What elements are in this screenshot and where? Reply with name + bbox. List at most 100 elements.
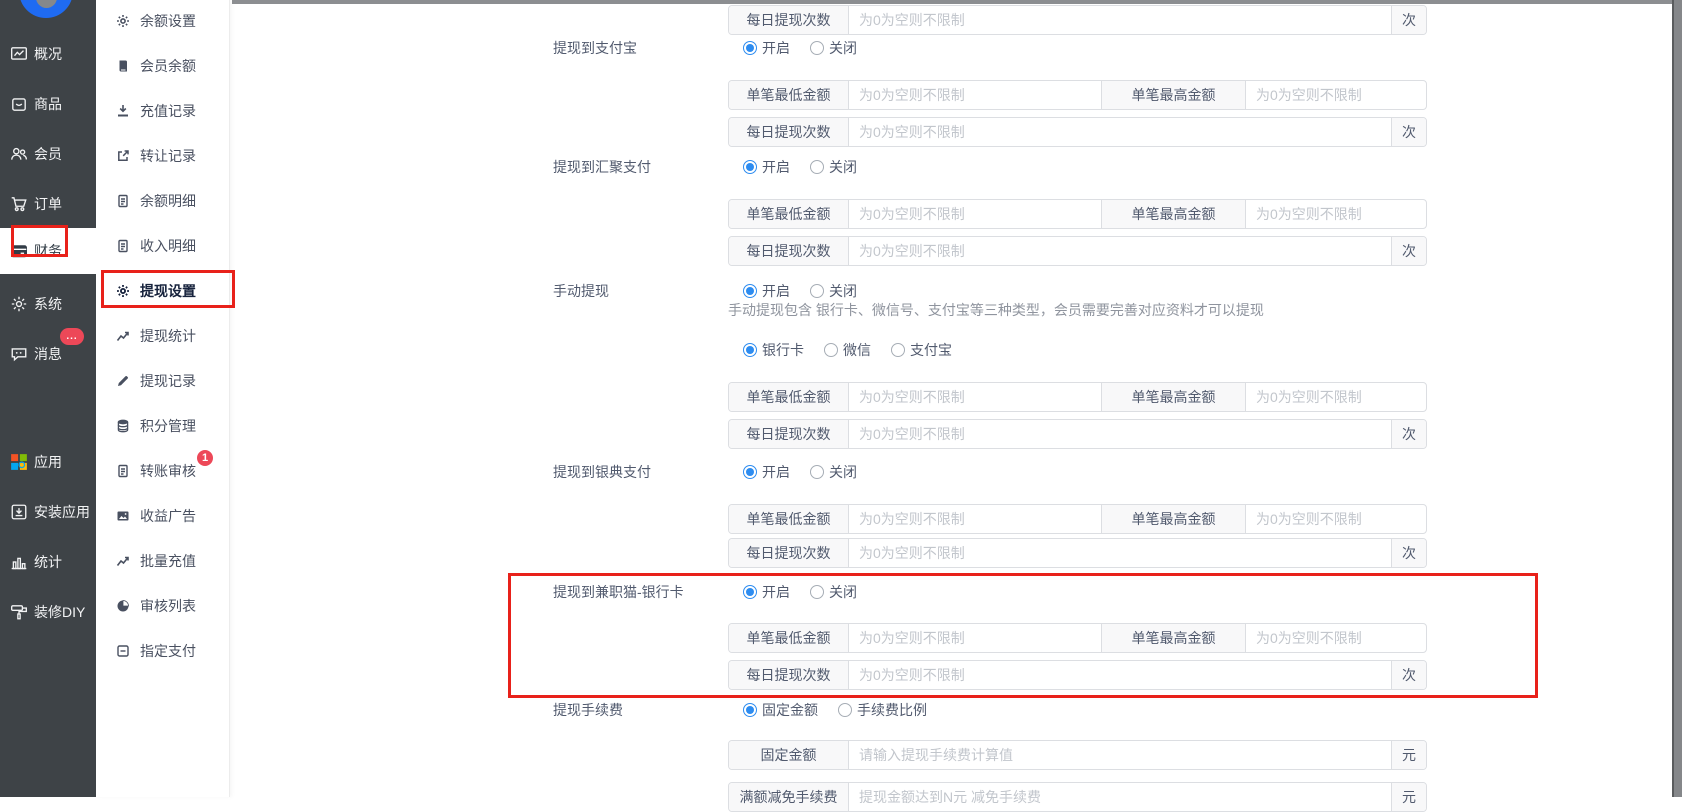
field-label: 单笔最高金额: [1101, 624, 1246, 652]
menu-item-withdraw-settings[interactable]: 提现设置: [96, 270, 230, 312]
image-icon: [115, 509, 130, 524]
daily-count-input[interactable]: [849, 237, 1391, 265]
min-amount-input[interactable]: [849, 81, 1101, 109]
menu-item-points-management[interactable]: 积分管理: [96, 405, 230, 447]
field-label: 每日提现次数: [729, 118, 849, 146]
radio-off-label: 关闭: [829, 464, 857, 480]
radio-fee-ratio[interactable]: [838, 703, 852, 717]
radio-alipay[interactable]: [891, 343, 905, 357]
daily-count-row: 每日提现次数 次: [728, 5, 1427, 35]
nav-item-system[interactable]: 系统: [0, 281, 96, 327]
nav-item-overview[interactable]: 概况: [0, 31, 96, 77]
section-label-fee: 提现手续费: [553, 702, 623, 718]
menu-item-label: 积分管理: [140, 418, 196, 434]
menu-item-batch-recharge[interactable]: 批量充值: [96, 540, 230, 582]
min-amount-input[interactable]: [849, 624, 1101, 652]
menu-item-label: 指定支付: [140, 643, 196, 659]
radio-bank-card[interactable]: [743, 343, 757, 357]
unit-suffix: 次: [1391, 420, 1426, 448]
menu-item-transfer-review[interactable]: 转账审核 1: [96, 450, 230, 492]
chat-icon: [10, 345, 28, 363]
menu-item-balance-settings[interactable]: 余额设置: [96, 0, 230, 42]
daily-count-row: 每日提现次数 次: [728, 538, 1427, 568]
fixed-fee-input[interactable]: [849, 741, 1391, 769]
radio-wechat-label: 微信: [843, 342, 871, 358]
radio-group-manual-type: 银行卡 微信 支付宝: [743, 340, 972, 360]
min-amount-input[interactable]: [849, 505, 1101, 533]
max-amount-input[interactable]: [1246, 505, 1426, 533]
gear-icon: [115, 14, 130, 29]
daily-count-input[interactable]: [849, 420, 1391, 448]
radio-on[interactable]: [743, 284, 757, 298]
gear-icon: [115, 284, 130, 299]
menu-item-withdraw-stats[interactable]: 提现统计: [96, 315, 230, 357]
daily-count-input[interactable]: [849, 661, 1391, 689]
max-amount-input[interactable]: [1246, 200, 1426, 228]
radio-wechat[interactable]: [824, 343, 838, 357]
radio-off[interactable]: [810, 160, 824, 174]
nav-item-label: 装修DIY: [34, 604, 86, 620]
window-scrollbar-strip[interactable]: [1672, 0, 1682, 797]
menu-item-transfer-records[interactable]: 转让记录: [96, 135, 230, 177]
radio-off[interactable]: [810, 284, 824, 298]
field-label: 每日提现次数: [729, 661, 849, 689]
min-amount-input[interactable]: [849, 383, 1101, 411]
max-amount-input[interactable]: [1246, 624, 1426, 652]
unit-suffix: 元: [1391, 741, 1426, 769]
menu-item-label: 提现统计: [140, 328, 196, 344]
min-amount-input[interactable]: [849, 200, 1101, 228]
daily-count-input[interactable]: [849, 6, 1391, 34]
nav-item-label: 财务: [34, 243, 62, 259]
pie-icon: [115, 599, 130, 614]
field-label: 固定金额: [729, 741, 849, 769]
menu-item-income-details[interactable]: 收入明细: [96, 225, 230, 267]
unit-suffix: 次: [1391, 237, 1426, 265]
trend-icon: [115, 554, 130, 569]
fee-waiver-input[interactable]: [849, 783, 1391, 811]
nav-item-finance[interactable]: 财务: [0, 228, 96, 274]
nav-item-members[interactable]: 会员: [0, 131, 96, 177]
menu-item-label: 转让记录: [140, 148, 196, 164]
daily-count-input[interactable]: [849, 539, 1391, 567]
menu-item-label: 批量充值: [140, 553, 196, 569]
radio-off[interactable]: [810, 465, 824, 479]
radio-on[interactable]: [743, 41, 757, 55]
wallet-icon: [10, 242, 28, 260]
nav-item-apps[interactable]: 应用: [0, 439, 96, 485]
nav-item-label: 应用: [34, 454, 62, 470]
menu-item-withdraw-records[interactable]: 提现记录: [96, 360, 230, 402]
paint-roller-icon: [10, 603, 28, 621]
field-label: 单笔最高金额: [1101, 200, 1246, 228]
radio-off[interactable]: [810, 585, 824, 599]
radio-on[interactable]: [743, 585, 757, 599]
nav-item-statistics[interactable]: 统计: [0, 539, 96, 585]
menu-item-recharge-records[interactable]: 充值记录: [96, 90, 230, 132]
radio-off[interactable]: [810, 41, 824, 55]
nav-item-install-apps[interactable]: 安装应用: [0, 489, 96, 535]
nav-item-messages[interactable]: 消息 ...: [0, 328, 96, 377]
fixed-fee-row: 固定金额 元: [728, 740, 1427, 770]
nav-item-decorate-diy[interactable]: 装修DIY: [0, 589, 96, 635]
nav-item-goods[interactable]: 商品: [0, 81, 96, 127]
menu-item-label: 余额设置: [140, 13, 196, 29]
amount-limits-row: 单笔最低金额 单笔最高金额: [728, 623, 1427, 653]
menu-item-balance-details[interactable]: 余额明细: [96, 180, 230, 222]
menu-item-label: 转账审核: [140, 463, 196, 479]
max-amount-input[interactable]: [1246, 81, 1426, 109]
apps-icon: [10, 453, 28, 471]
field-label: 每日提现次数: [729, 6, 849, 34]
nav-item-orders[interactable]: 订单: [0, 181, 96, 227]
radio-group-huiju: 开启 关闭: [743, 157, 877, 177]
menu-item-revenue-ads[interactable]: 收益广告: [96, 495, 230, 537]
menu-item-member-balance[interactable]: 会员余额: [96, 45, 230, 87]
menu-item-review-list[interactable]: 审核列表: [96, 585, 230, 627]
field-label: 单笔最低金额: [729, 200, 849, 228]
section-label-jianzhimao: 提现到兼职猫-银行卡: [553, 584, 684, 600]
radio-on[interactable]: [743, 160, 757, 174]
amount-limits-row: 单笔最低金额 单笔最高金额: [728, 504, 1427, 534]
max-amount-input[interactable]: [1246, 383, 1426, 411]
radio-on[interactable]: [743, 465, 757, 479]
menu-item-designated-payment[interactable]: 指定支付: [96, 630, 230, 672]
radio-fixed-amount[interactable]: [743, 703, 757, 717]
daily-count-input[interactable]: [849, 118, 1391, 146]
